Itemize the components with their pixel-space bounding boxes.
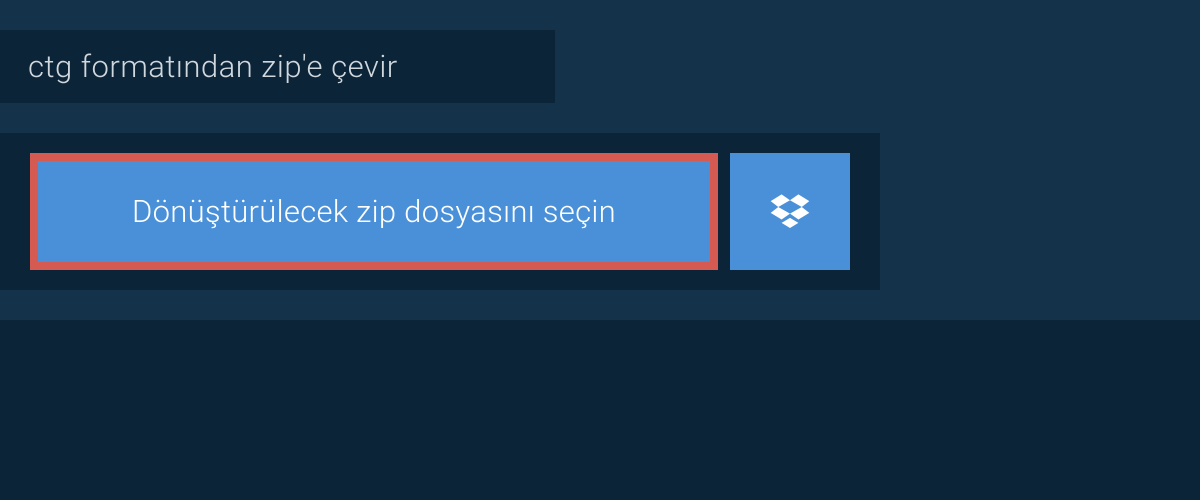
dropbox-button[interactable] <box>730 153 850 270</box>
select-file-button[interactable]: Dönüştürülecek zip dosyasını seçin <box>30 153 718 270</box>
bottom-panel-background <box>0 320 1200 500</box>
select-file-label: Dönüştürülecek zip dosyasını seçin <box>132 193 616 230</box>
upload-section: Dönüştürülecek zip dosyasını seçin <box>0 133 880 290</box>
content-wrapper: ctg formatından zip'e çevir Dönüştürülec… <box>0 0 1200 290</box>
dropbox-icon <box>769 191 811 233</box>
header-bar: ctg formatından zip'e çevir <box>0 30 555 103</box>
page-title: ctg formatından zip'e çevir <box>28 48 527 85</box>
